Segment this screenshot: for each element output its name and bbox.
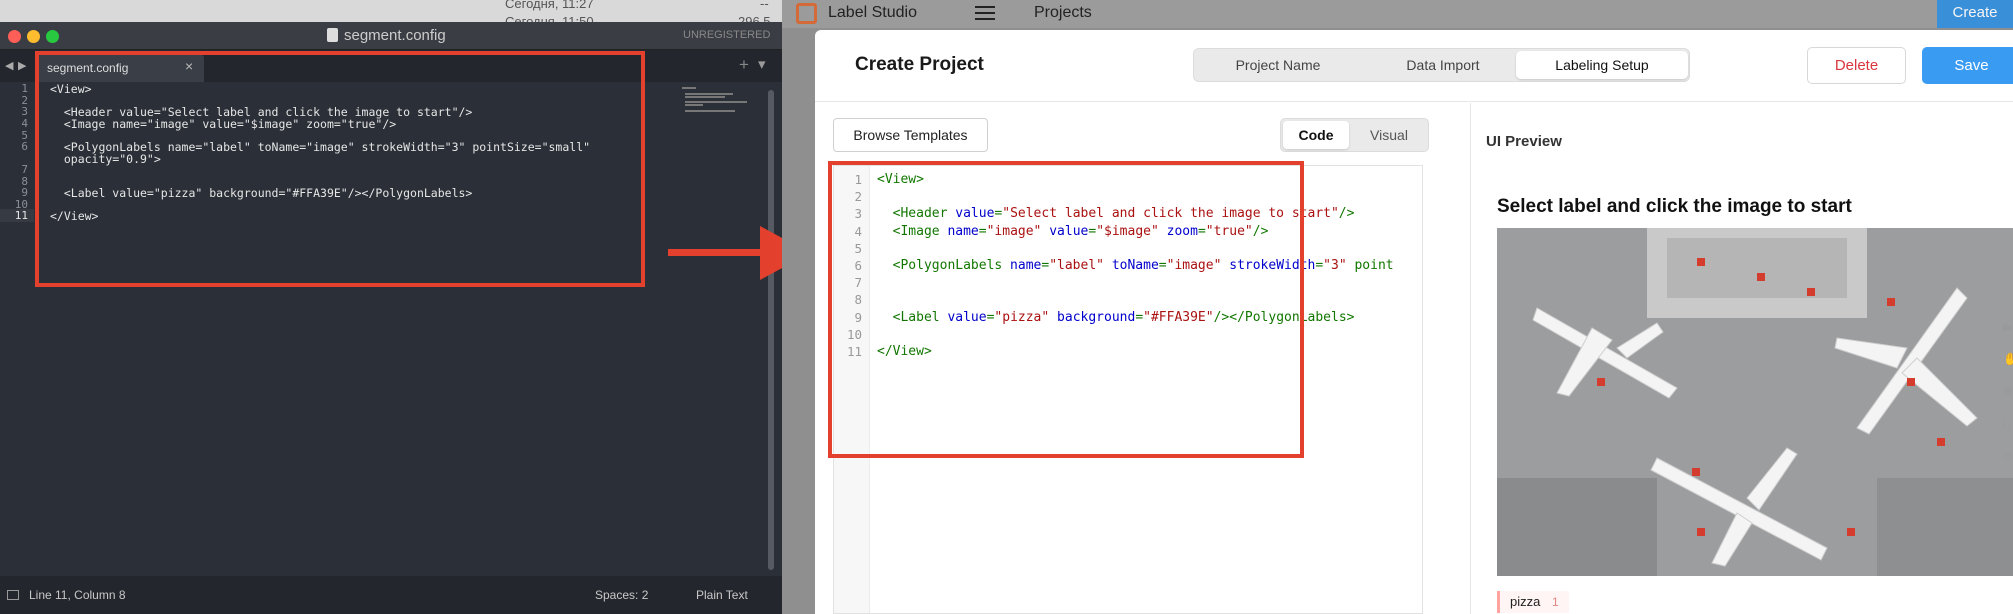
save-button[interactable]: Save <box>1922 47 2013 84</box>
close-window-button[interactable] <box>8 30 21 43</box>
dialog-header: Create Project Project Name Data Import … <box>815 30 2013 102</box>
ls-logo-icon <box>796 3 817 24</box>
tab-data-import[interactable]: Data Import <box>1362 49 1524 81</box>
editor-gutter <box>0 82 34 582</box>
play-icon[interactable]: ▶ <box>2003 320 2012 334</box>
text-editor-window: Сегодня, 11:27 -- Сегодня, 11:50 296,5 s… <box>0 0 782 614</box>
label-studio-window: Label Studio Projects Create Create Proj… <box>782 0 2013 614</box>
preview-image[interactable] <box>1497 228 2013 576</box>
tab-back-icon[interactable]: ◀ <box>5 59 13 72</box>
document-icon <box>327 28 338 42</box>
window-title: segment.config <box>344 27 446 44</box>
editor-mode-tabs: Code Visual <box>1280 118 1429 152</box>
editor-status-bar: Line 11, Column 8 Spaces: 2 Plain Text <box>0 576 782 614</box>
code-highlight-box <box>828 161 1304 458</box>
app-name: Label Studio <box>828 4 917 21</box>
image-tool-strip: ▶ ✋ ⊕ ⛶ ⊖ <box>2003 320 2013 500</box>
arrow-shaft <box>668 249 763 256</box>
editor-highlight-box <box>35 51 645 287</box>
preview-header-text: Select label and click the image to star… <box>1497 196 1852 217</box>
delete-button[interactable]: Delete <box>1807 47 1906 84</box>
editor-minimap[interactable] <box>680 85 750 115</box>
minimize-window-button[interactable] <box>27 30 40 43</box>
editor-scrollbar[interactable] <box>768 90 774 570</box>
hamburger-icon[interactable] <box>975 6 995 20</box>
zoom-window-button[interactable] <box>46 30 59 43</box>
zoom-out-icon[interactable]: ⊖ <box>2003 448 2013 462</box>
tab-visual[interactable]: Visual <box>1351 119 1427 151</box>
cursor-position: Line 11, Column 8 <box>29 588 126 602</box>
create-button[interactable]: Create <box>1937 0 2013 28</box>
finder-size-1: -- <box>760 0 769 11</box>
tab-project-name[interactable]: Project Name <box>1194 49 1362 81</box>
step-tabs: Project Name Data Import Labeling Setup <box>1193 48 1690 82</box>
editor-title-bar: segment.config UNREGISTERED <box>0 22 782 50</box>
label-chip-pizza[interactable]: pizza 1 <box>1497 591 1569 613</box>
breadcrumb-projects[interactable]: Projects <box>1034 4 1092 22</box>
new-tab-icon[interactable]: + <box>739 55 749 75</box>
tab-forward-icon[interactable]: ▶ <box>18 59 26 72</box>
preview-pane: UI Preview Select label and click the im… <box>1472 103 2013 614</box>
syntax-setting[interactable]: Plain Text <box>696 588 748 602</box>
dialog-title: Create Project <box>855 54 984 75</box>
finder-date-1: Сегодня, 11:27 <box>505 0 594 11</box>
ls-top-bar: Label Studio Projects Create <box>782 0 2013 28</box>
label-chip-text: pizza <box>1510 594 1541 609</box>
airport-aerial-photo <box>1497 228 2013 576</box>
tab-menu-icon[interactable]: ▾ <box>758 55 766 73</box>
tab-code[interactable]: Code <box>1283 121 1349 149</box>
unregistered-label: UNREGISTERED <box>683 29 771 41</box>
fit-icon[interactable]: ⛶ <box>2003 416 2011 431</box>
line-number: 6 <box>21 140 28 153</box>
ui-preview-heading: UI Preview <box>1486 133 1562 150</box>
tab-labeling-setup[interactable]: Labeling Setup <box>1516 51 1688 79</box>
line-number: 11 <box>0 209 34 222</box>
hand-icon[interactable]: ✋ <box>2003 352 2013 366</box>
browse-templates-button[interactable]: Browse Templates <box>833 118 988 152</box>
label-chip-count: 1 <box>1551 595 1559 609</box>
panel-toggle-icon[interactable] <box>7 590 19 600</box>
create-project-dialog: Create Project Project Name Data Import … <box>815 30 2013 614</box>
zoom-in-icon[interactable]: ⊕ <box>2003 384 2013 398</box>
indentation-setting[interactable]: Spaces: 2 <box>595 588 648 602</box>
